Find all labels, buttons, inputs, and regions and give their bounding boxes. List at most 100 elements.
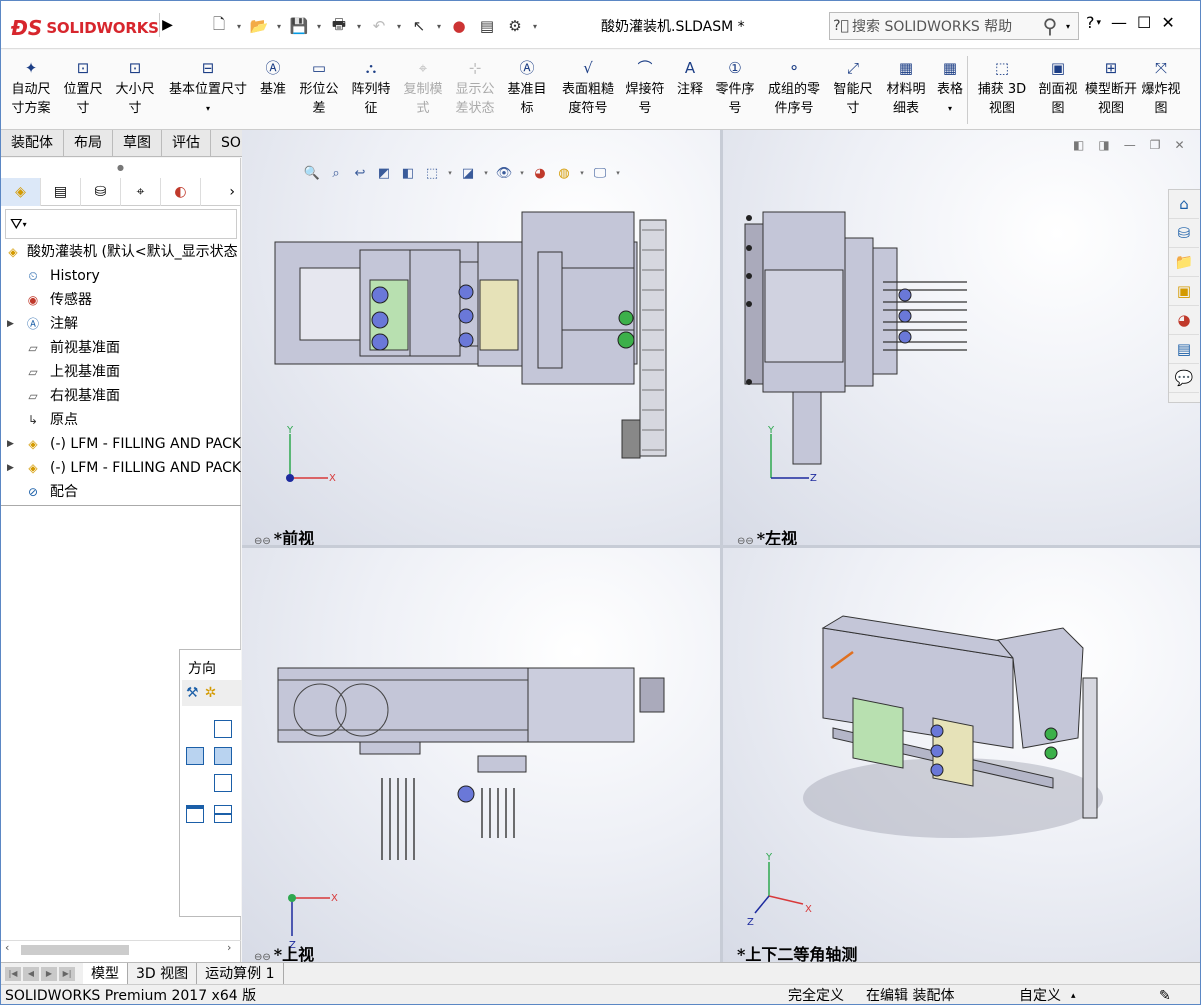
view-left-icon[interactable]	[186, 747, 204, 765]
update-view-icon[interactable]: ⚒	[186, 685, 199, 701]
toolbar-dropdown-icon[interactable]: ▾	[948, 99, 952, 118]
view-settings-icon[interactable]: 🖵	[590, 163, 610, 183]
view-single-viewport-icon[interactable]	[186, 805, 204, 823]
close-icon[interactable]: ✕	[1161, 13, 1174, 33]
view-front-icon[interactable]	[214, 747, 232, 765]
appearances-scenes-icon[interactable]: ◕	[1169, 306, 1199, 335]
toolbar-button-5[interactable]: ▭ 形位公差	[295, 56, 343, 126]
link-views-icon[interactable]: ⊖⊖	[254, 952, 271, 962]
zoom-to-area-icon[interactable]: ⌕	[326, 163, 346, 183]
menu-expand-arrow[interactable]: ▶	[159, 13, 175, 37]
panel-splitter-handle[interactable]: ●	[117, 163, 124, 172]
open-dropdown-icon[interactable]: ▾	[274, 13, 284, 39]
viewport-horizontal-splitter[interactable]	[242, 545, 1200, 548]
toolbar-button-17[interactable]: ▦ 表格 ▾	[935, 56, 965, 126]
display-style-dropdown-icon[interactable]: ▾	[482, 163, 490, 183]
tree-item[interactable]: ⊘ 配合	[1, 480, 241, 504]
scroll-left-icon[interactable]: ‹	[5, 941, 9, 954]
toolbar-button-3[interactable]: ⊟ 基本位置尺寸 ▾	[163, 56, 253, 126]
viewport-left[interactable]: Y Z ⊖⊖ *左视 ◧ ◨ — ❐ ✕	[723, 130, 1200, 545]
toolbar-button-15[interactable]: ⤢ 智能尺寸	[829, 56, 877, 126]
save-icon[interactable]: 💾	[286, 13, 312, 39]
select-dropdown-icon[interactable]: ▾	[434, 13, 444, 39]
toolbar-button-2[interactable]: ⊡ 大小尺寸	[111, 56, 159, 126]
toolbar-button-7[interactable]: ⌖ 复制模式	[399, 56, 447, 126]
search-input[interactable]: 搜索 SOLIDWORKS 帮助	[852, 16, 1034, 36]
status-units-dropdown-icon[interactable]: ▴	[1071, 985, 1076, 1004]
dynamic-annotation-icon[interactable]: ◧	[398, 163, 418, 183]
expand-arrow-icon[interactable]: ▶	[7, 432, 14, 456]
viewport-minimize-icon[interactable]: —	[1124, 138, 1136, 152]
toolbar-button-14[interactable]: ⚬ 成组的零件序号	[763, 56, 825, 126]
toolbar-button-13[interactable]: ① 零件序号	[711, 56, 759, 126]
toolbar-button-18[interactable]: ⬚ 捕获 3D 视图	[975, 56, 1029, 126]
link-views-icon[interactable]: ⊖⊖	[254, 536, 271, 545]
bottom-tab-1[interactable]: 3D 视图	[128, 963, 198, 985]
bottom-tab-2[interactable]: 运动算例 1	[197, 963, 284, 985]
minimize-icon[interactable]: —	[1111, 13, 1127, 33]
custom-properties-icon[interactable]: ▤	[1169, 335, 1199, 364]
toolbar-button-1[interactable]: ⊡ 位置尺寸	[59, 56, 107, 126]
tree-item[interactable]: ▱ 上视基准面	[1, 360, 241, 384]
toolbar-button-19[interactable]: ▣ 剖面视图	[1033, 56, 1083, 126]
link-views-icon[interactable]: ⊖⊖	[737, 536, 754, 545]
view-settings-dropdown-icon[interactable]: ▾	[614, 163, 622, 183]
last-tab-icon[interactable]: ▶|	[59, 967, 75, 981]
toolbar-button-8[interactable]: ⊹ 显示公差状态	[451, 56, 499, 126]
filter-icon[interactable]: ⛛	[10, 215, 23, 233]
edit-appearance-icon[interactable]: ◕	[530, 163, 550, 183]
options-gear-icon[interactable]: ⚙	[502, 13, 528, 39]
tree-item[interactable]: ◈ 酸奶灌装机 (默认<默认_显示状态	[1, 240, 241, 264]
section-view-icon[interactable]: ◩	[374, 163, 394, 183]
view-two-viewport-icon[interactable]	[214, 805, 232, 823]
tree-item[interactable]: ▶ Ⓐ 注解	[1, 312, 241, 336]
new-dropdown-icon[interactable]: ▾	[234, 13, 244, 39]
help-dropdown-icon[interactable]: ▾	[1097, 13, 1102, 33]
tree-filter[interactable]: ⛛ ▾	[5, 209, 237, 239]
previous-view-icon[interactable]: ↩	[350, 163, 370, 183]
status-feedback-icon[interactable]: ✎	[1159, 985, 1171, 1004]
display-manager-tab-icon[interactable]: ◐	[161, 178, 201, 206]
tree-item[interactable]: ▶ ◈ (-) LFM - FILLING AND PACKING	[1, 432, 241, 456]
view-back-icon[interactable]	[214, 720, 232, 738]
expand-arrow-icon[interactable]: ▶	[7, 456, 14, 480]
toolbar-button-20[interactable]: ⊞ 模型断开视图	[1085, 56, 1137, 126]
property-manager-tab-icon[interactable]: ▤	[41, 178, 81, 206]
options-dropdown-icon[interactable]: ▾	[530, 13, 540, 39]
tab-3[interactable]: 评估	[162, 130, 211, 157]
tab-1[interactable]: 布局	[64, 130, 113, 157]
graphics-area[interactable]: Y X ⊖⊖ *前视 🔍 ⌕ ↩ ◩ ◧ ⬚ ▾ ◪ ▾ 👁 ▾ ◕ ◍ ▾ 🖵 ▾	[242, 130, 1200, 962]
tab-0[interactable]: 装配体	[1, 130, 64, 157]
toolbar-button-10[interactable]: √ 表面粗糙度符号	[557, 56, 619, 126]
first-tab-icon[interactable]: |◀	[5, 967, 21, 981]
bottom-tab-0[interactable]: 模型	[83, 963, 128, 985]
design-library-icon[interactable]: ⛁	[1169, 219, 1199, 248]
toolbar-dropdown-icon[interactable]: ▾	[206, 99, 210, 118]
tree-item[interactable]: ↳ 原点	[1, 408, 241, 432]
file-properties-icon[interactable]: ▤	[474, 13, 500, 39]
apply-scene-dropdown-icon[interactable]: ▾	[578, 163, 586, 183]
print-dropdown-icon[interactable]: ▾	[354, 13, 364, 39]
viewport-restore-icon[interactable]: ❐	[1150, 138, 1161, 152]
more-tabs-chevron-icon[interactable]: ›	[201, 178, 241, 206]
toolbar-button-6[interactable]: ⛬ 阵列特征	[347, 56, 395, 126]
rebuild-traffic-light-icon[interactable]: ●	[446, 13, 472, 39]
next-tab-icon[interactable]: ▶	[41, 967, 57, 981]
filter-dropdown-icon[interactable]: ▾	[23, 220, 27, 229]
scroll-right-icon[interactable]: ›	[227, 941, 231, 954]
undo-icon[interactable]: ↶	[366, 13, 392, 39]
prev-tab-icon[interactable]: ◀	[23, 967, 39, 981]
view-orientation-icon[interactable]: ⬚	[422, 163, 442, 183]
search-icon[interactable]: ⚲	[1034, 14, 1066, 38]
help-search-box[interactable]: ?⃝ 搜索 SOLIDWORKS 帮助 ⚲ ▾	[829, 12, 1079, 40]
toolbar-button-21[interactable]: ⤧ 爆炸视图	[1137, 56, 1185, 126]
viewport-prev-icon[interactable]: ◧	[1073, 138, 1084, 152]
new-view-icon[interactable]: ✲	[205, 685, 217, 701]
tree-horizontal-scrollbar[interactable]: ‹ ›	[1, 940, 241, 958]
new-document-icon[interactable]: 🗋	[206, 13, 232, 39]
help-icon[interactable]: ?	[1086, 13, 1095, 33]
toolbar-button-12[interactable]: A 注释	[673, 56, 707, 126]
toolbar-button-4[interactable]: Ⓐ 基准	[257, 56, 289, 126]
viewport-top[interactable]: X Z ⊖⊖ *上视	[242, 548, 720, 962]
solidworks-resources-home-icon[interactable]: ⌂	[1169, 190, 1199, 219]
